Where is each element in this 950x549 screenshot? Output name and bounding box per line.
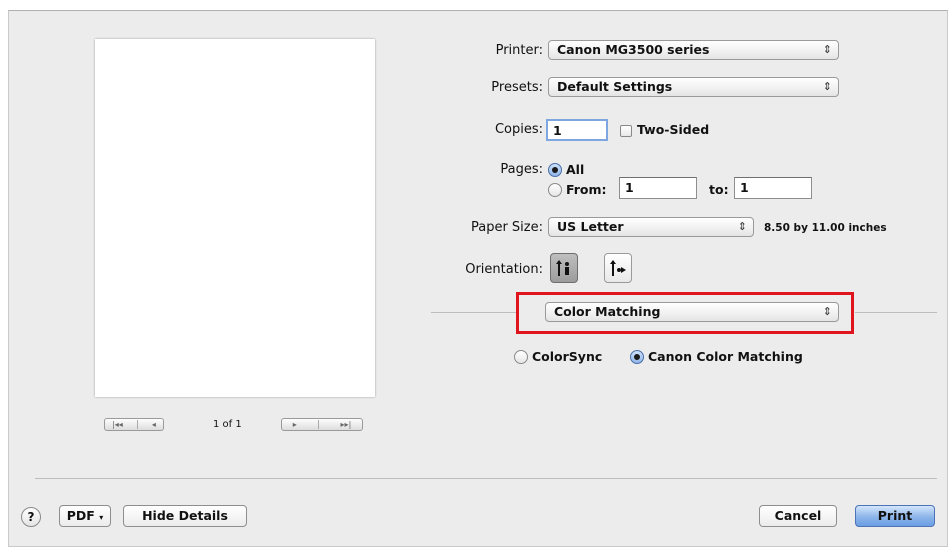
pages-from-radio[interactable] (548, 183, 562, 197)
presets-label: Presets: (491, 80, 543, 95)
copies-field[interactable]: 1 (546, 119, 608, 141)
footer-divider (35, 478, 937, 479)
pages-from-field[interactable]: 1 (619, 177, 697, 199)
printer-select[interactable]: Canon MG3500 series ⇕ (548, 40, 839, 60)
printer-value: Canon MG3500 series (557, 42, 710, 57)
two-sided-label: Two-Sided (637, 122, 710, 137)
print-button[interactable]: Print (855, 505, 935, 527)
pages-all-label: All (566, 162, 585, 177)
help-icon: ? (27, 510, 35, 524)
last-page-button[interactable]: ▸▸| (341, 418, 352, 431)
pdf-menu-button[interactable]: PDF ▾ (59, 505, 111, 527)
preview-nav-forward-group: ▸ ▸▸| (281, 418, 363, 431)
colorsync-label: ColorSync (532, 349, 603, 364)
section-select[interactable]: Color Matching ⇕ (545, 302, 839, 322)
copies-label: Copies: (494, 122, 543, 137)
canon-color-matching-label: Canon Color Matching (648, 349, 803, 364)
section-divider-left (431, 312, 517, 313)
updown-arrows-icon: ⇕ (737, 220, 747, 233)
presets-select[interactable]: Default Settings ⇕ (548, 77, 839, 97)
orientation-label: Orientation: (465, 262, 543, 277)
dropdown-arrow-icon: ▾ (99, 513, 104, 522)
colorsync-radio[interactable] (514, 350, 528, 364)
pages-to-label: to: (709, 182, 729, 197)
paper-dimensions: 8.50 by 11.00 inches (764, 222, 887, 234)
two-sided-checkbox[interactable] (620, 125, 632, 137)
page-counter: 1 of 1 (213, 419, 242, 430)
updown-arrows-icon: ⇕ (822, 305, 832, 318)
help-button[interactable]: ? (21, 507, 41, 527)
pages-from-label: From: (566, 182, 607, 197)
pages-all-radio[interactable] (548, 163, 562, 177)
page-preview (95, 39, 375, 397)
pages-label: Pages: (500, 162, 543, 177)
next-page-button[interactable]: ▸ (293, 418, 297, 431)
nav-divider (136, 420, 138, 429)
presets-value: Default Settings (557, 79, 673, 94)
pdf-label: PDF (66, 508, 95, 523)
orientation-portrait-button[interactable] (550, 253, 578, 283)
updown-arrows-icon: ⇕ (822, 80, 832, 93)
section-select-value: Color Matching (554, 304, 661, 319)
print-dialog: |◂◂ ◂ 1 of 1 ▸ ▸▸| Printer: Canon MG3500… (8, 10, 948, 547)
hide-details-button[interactable]: Hide Details (123, 505, 247, 527)
landscape-icon (610, 260, 626, 276)
pages-to-field[interactable]: 1 (734, 177, 812, 199)
printer-label: Printer: (495, 43, 543, 58)
previous-page-button[interactable]: ◂ (152, 418, 156, 431)
first-page-button[interactable]: |◂◂ (112, 418, 123, 431)
orientation-landscape-button[interactable] (604, 253, 632, 283)
preview-nav-back-group: |◂◂ ◂ (104, 418, 164, 431)
portrait-icon (556, 260, 569, 276)
paper-size-value: US Letter (557, 219, 624, 234)
paper-size-select[interactable]: US Letter ⇕ (548, 217, 754, 237)
canon-color-matching-radio[interactable] (630, 350, 644, 364)
cancel-button[interactable]: Cancel (759, 505, 837, 527)
updown-arrows-icon: ⇕ (822, 43, 832, 56)
nav-divider (318, 420, 320, 429)
paper-size-label: Paper Size: (470, 220, 543, 235)
section-divider-right (855, 312, 937, 313)
